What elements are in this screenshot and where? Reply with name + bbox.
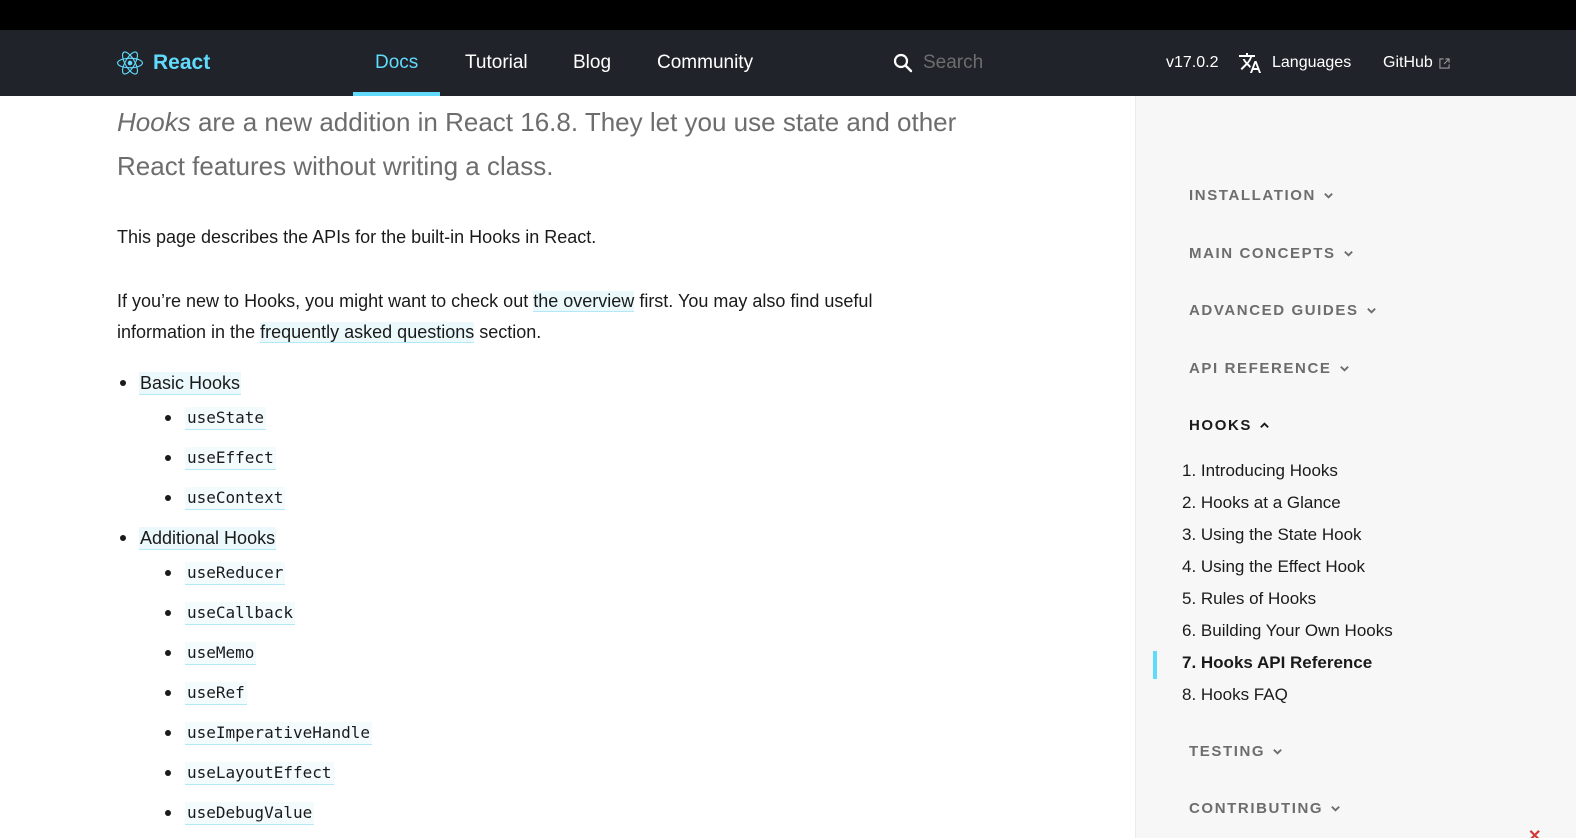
sidebar-item-custom-hooks[interactable]: 6. Building Your Own Hooks: [1182, 620, 1393, 642]
list-item: useLayoutEffect: [165, 760, 334, 786]
section-advanced-guides[interactable]: ADVANCED GUIDES: [1189, 302, 1377, 319]
sidebar-item-rules-of-hooks[interactable]: 5. Rules of Hooks: [1182, 588, 1316, 610]
uselayouteffect-link[interactable]: useLayoutEffect: [185, 761, 334, 785]
chevron-down-icon: [1366, 308, 1376, 314]
chevron-up-icon: [1260, 422, 1269, 428]
basic-hooks-link[interactable]: Basic Hooks: [139, 371, 242, 395]
search-input[interactable]: [923, 52, 1103, 74]
search-icon: [893, 53, 913, 73]
usereducer-link[interactable]: useReducer: [185, 561, 286, 585]
list-bullet: [165, 770, 171, 776]
section-label: CONTRIBUTING: [1189, 800, 1324, 817]
current-item-marker: [1153, 651, 1157, 679]
list-bullet: [120, 535, 126, 541]
usestate-link[interactable]: useState: [185, 406, 267, 430]
sidebar-item-hooks-api-reference[interactable]: 7. Hooks API Reference: [1182, 652, 1372, 674]
intro-paragraph: This page describes the APIs for the bui…: [117, 227, 597, 247]
section-main-concepts[interactable]: MAIN CONCEPTS: [1189, 245, 1354, 262]
overview-text-a: If you’re new to Hooks, you might want t…: [117, 291, 529, 311]
screen-top-bar: [0, 0, 1576, 30]
list-bullet: [165, 455, 171, 461]
list-bullet: [165, 690, 171, 696]
usememo-link[interactable]: useMemo: [185, 641, 257, 665]
section-label: API REFERENCE: [1189, 360, 1332, 377]
list-item: useReducer: [165, 560, 286, 586]
list-item: Basic Hooks: [120, 370, 242, 396]
github-label: GitHub: [1383, 54, 1433, 71]
list-bullet: [165, 810, 171, 816]
translate-icon: [1239, 53, 1261, 73]
list-bullet: [120, 380, 126, 386]
corner-mark-icon: ✕: [1528, 828, 1542, 838]
brand-name: React: [153, 51, 211, 74]
list-item: Additional Hooks: [120, 525, 277, 551]
lead-emphasis: Hooks: [117, 107, 191, 137]
nav-docs-link[interactable]: Docs: [352, 30, 441, 96]
useeffect-link[interactable]: useEffect: [185, 446, 276, 470]
list-item: useCallback: [165, 600, 295, 626]
nav-community-link[interactable]: Community: [657, 30, 753, 96]
usecontext-link[interactable]: useContext: [185, 486, 286, 510]
top-navigation: React Docs Tutorial Blog Community v17.0…: [0, 30, 1576, 96]
sidebar-item-introducing-hooks[interactable]: 1. Introducing Hooks: [1182, 460, 1338, 482]
list-bullet: [165, 570, 171, 576]
section-label: INSTALLATION: [1189, 187, 1316, 204]
chevron-down-icon: [1273, 749, 1283, 755]
version-label[interactable]: v17.0.2: [1166, 30, 1218, 96]
nav-tutorial-link[interactable]: Tutorial: [465, 30, 528, 96]
lead-paragraph: Hooks are a new addition in React 16.8. …: [117, 100, 1017, 188]
faq-link[interactable]: frequently asked questions: [260, 322, 475, 343]
chevron-down-icon: [1343, 251, 1353, 257]
chevron-down-icon: [1331, 806, 1341, 812]
github-link[interactable]: GitHub: [1383, 30, 1450, 96]
useimperativehandle-link[interactable]: useImperativeHandle: [185, 721, 373, 745]
section-label: TESTING: [1189, 743, 1266, 760]
sidebar-item-state-hook[interactable]: 3. Using the State Hook: [1182, 524, 1362, 546]
docs-sidebar: INSTALLATION MAIN CONCEPTS ADVANCED GUID…: [1135, 96, 1576, 838]
chevron-down-icon: [1324, 193, 1333, 199]
usecallback-link[interactable]: useCallback: [185, 601, 295, 625]
list-item: useState: [165, 405, 267, 431]
overview-text-c: section.: [479, 322, 542, 342]
list-item: useEffect: [165, 445, 276, 471]
section-hooks[interactable]: HOOKS: [1189, 417, 1270, 434]
usedebugvalue-link[interactable]: useDebugValue: [185, 801, 315, 825]
list-item: useDebugValue: [165, 800, 315, 826]
list-bullet: [165, 495, 171, 501]
sidebar-item-hooks-at-a-glance[interactable]: 2. Hooks at a Glance: [1182, 492, 1341, 514]
section-label: ADVANCED GUIDES: [1189, 302, 1359, 319]
languages-link[interactable]: Languages: [1238, 30, 1351, 96]
overview-paragraph: If you’re new to Hooks, you might want t…: [117, 286, 897, 348]
sidebar-item-hooks-faq[interactable]: 8. Hooks FAQ: [1182, 684, 1288, 706]
additional-hooks-link[interactable]: Additional Hooks: [139, 526, 277, 550]
section-installation[interactable]: INSTALLATION: [1189, 187, 1334, 204]
section-label: HOOKS: [1189, 417, 1253, 434]
section-testing[interactable]: TESTING: [1189, 743, 1283, 760]
brand-link[interactable]: React: [117, 30, 210, 96]
section-api-reference[interactable]: API REFERENCE: [1189, 360, 1350, 377]
list-item: useMemo: [165, 640, 257, 666]
external-link-icon: [1439, 57, 1450, 69]
nav-blog-link[interactable]: Blog: [573, 30, 611, 96]
list-bullet: [165, 730, 171, 736]
sidebar-item-effect-hook[interactable]: 4. Using the Effect Hook: [1182, 556, 1365, 578]
search-box[interactable]: [893, 30, 1103, 96]
list-item: useImperativeHandle: [165, 720, 373, 746]
list-bullet: [165, 415, 171, 421]
chevron-down-icon: [1339, 366, 1349, 372]
lead-text: are a new addition in React 16.8. They l…: [117, 107, 957, 181]
list-item: useRef: [165, 680, 247, 706]
overview-link[interactable]: the overview: [533, 291, 635, 312]
list-item: useContext: [165, 485, 286, 511]
useref-link[interactable]: useRef: [185, 681, 247, 705]
main-content: Hooks are a new addition in React 16.8. …: [0, 96, 1135, 838]
list-bullet: [165, 610, 171, 616]
list-bullet: [165, 650, 171, 656]
react-logo-icon: [117, 51, 143, 75]
section-label: MAIN CONCEPTS: [1189, 245, 1336, 262]
section-contributing[interactable]: CONTRIBUTING: [1189, 800, 1341, 817]
languages-label: Languages: [1272, 54, 1352, 71]
